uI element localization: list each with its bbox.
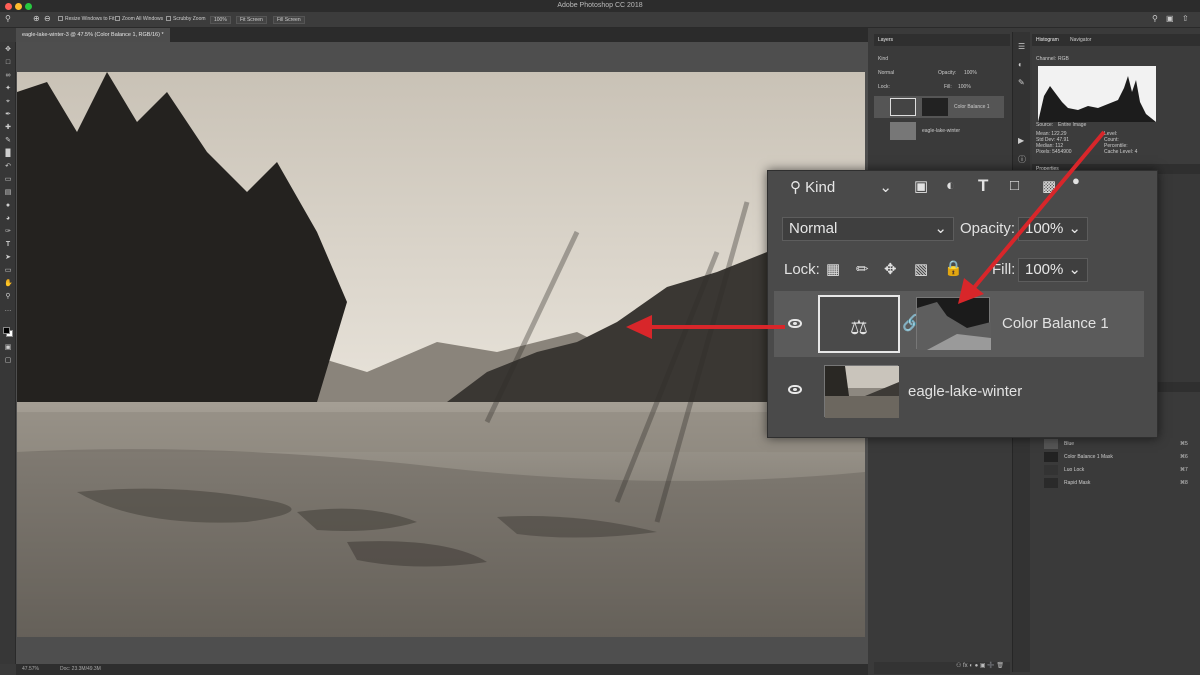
annotation-arrows <box>626 130 1106 339</box>
arrow-to-mask <box>970 130 1106 292</box>
arrow-to-canvas-head <box>626 315 652 339</box>
